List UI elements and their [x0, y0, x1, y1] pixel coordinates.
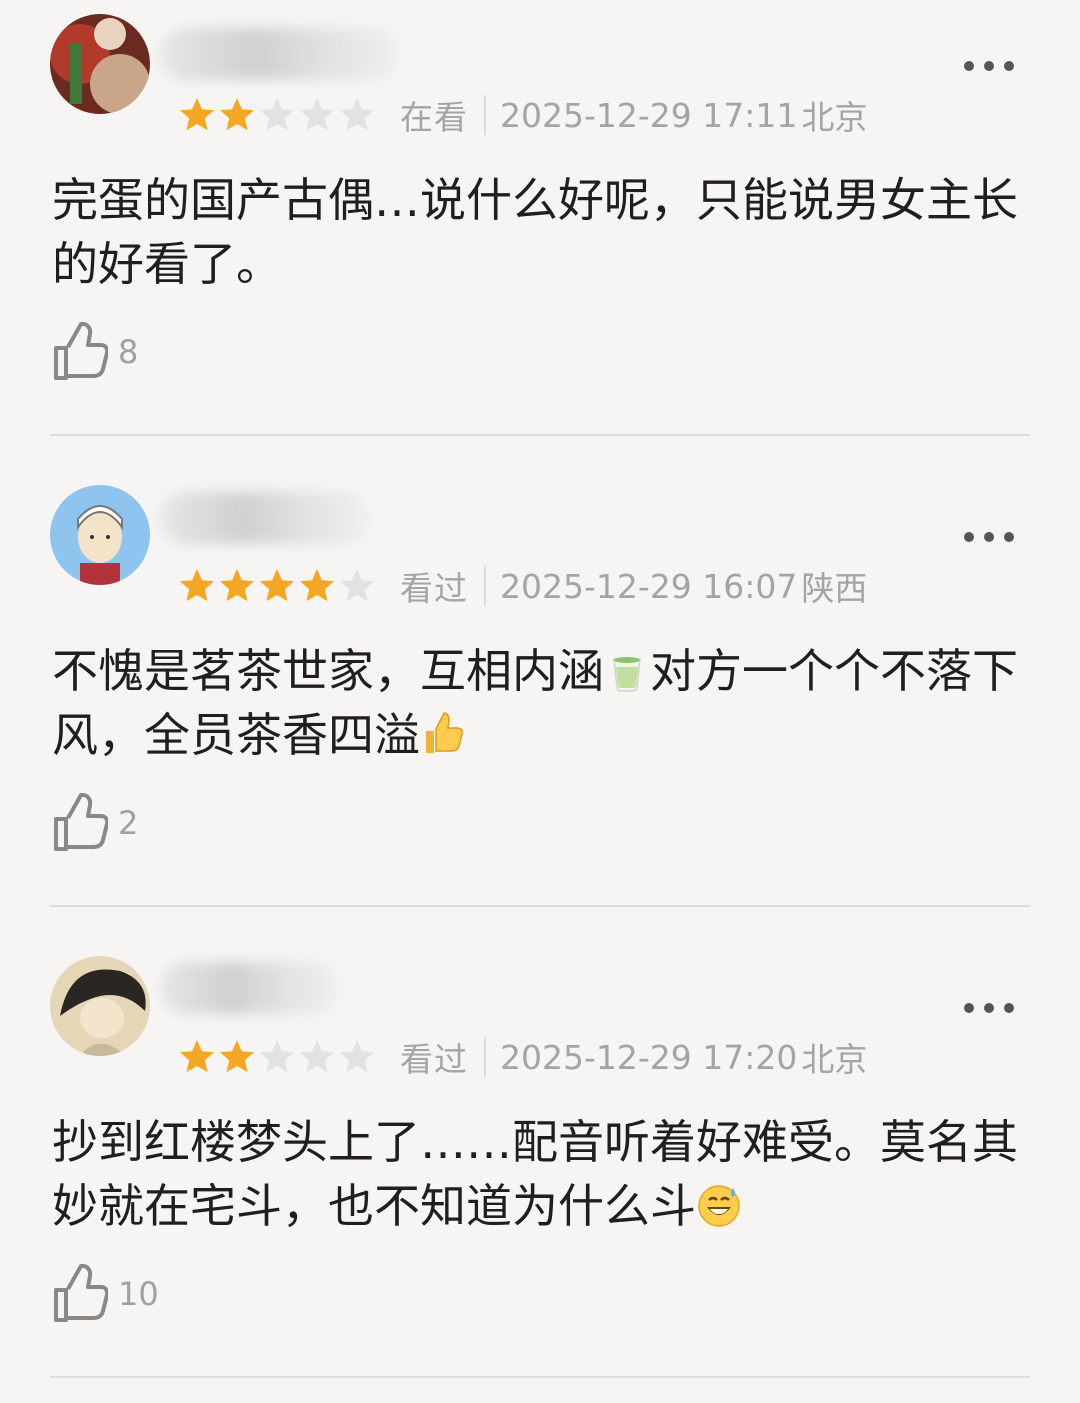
- more-options-button[interactable]: [964, 59, 1014, 73]
- star-empty-icon: [340, 98, 374, 131]
- tea-cup-icon: [613, 657, 641, 692]
- divider-bar: [484, 95, 486, 135]
- star-filled-icon: [220, 569, 254, 602]
- more-options-button[interactable]: [964, 530, 1014, 544]
- like-count: 10: [118, 1275, 159, 1313]
- star-rating: [178, 567, 376, 605]
- star-rating: [178, 96, 376, 134]
- star-filled-icon: [220, 98, 254, 131]
- username-redacted[interactable]: [160, 28, 400, 80]
- star-filled-icon: [180, 98, 214, 131]
- divider: [50, 905, 1030, 907]
- star-empty-icon: [260, 1040, 294, 1073]
- more-icon: [964, 61, 974, 71]
- thumbs-up-emoji-icon: [426, 712, 463, 753]
- star-rating: [178, 1038, 376, 1076]
- divider-bar: [484, 566, 486, 606]
- review-meta: 看过 2025-12-29 17:20 北京: [178, 1037, 867, 1079]
- avatar[interactable]: [50, 956, 150, 1056]
- review-date: 2025-12-29 16:07: [500, 566, 798, 606]
- star-filled-icon: [300, 569, 334, 602]
- star-empty-icon: [300, 98, 334, 131]
- more-options-button[interactable]: [964, 1001, 1014, 1015]
- like-count: 8: [118, 333, 139, 371]
- thumbs-up-icon: [54, 793, 108, 851]
- review-text: 完蛋的国产古偶…说什么好呢，只能说男女主长的好看了。: [52, 173, 1018, 291]
- review-meta: 看过 2025-12-29 16:07 陕西: [178, 566, 867, 608]
- review-meta: 在看 2025-12-29 17:11 北京: [178, 95, 867, 137]
- review-date: 2025-12-29 17:20: [500, 1037, 798, 1077]
- star-filled-icon: [180, 1040, 214, 1073]
- review-text: 抄到红楼梦头上了……配音听着好难受。莫名其妙就在宅斗，也不知道为什么斗: [52, 1115, 1018, 1233]
- thumbs-up-icon: [54, 1264, 108, 1322]
- more-icon: [964, 532, 974, 542]
- star-filled-icon: [180, 569, 214, 602]
- like-count: 2: [118, 804, 139, 842]
- like-button[interactable]: 10: [52, 1264, 159, 1324]
- watch-status: 看过: [400, 569, 468, 608]
- star-empty-icon: [260, 98, 294, 131]
- username-redacted[interactable]: [160, 492, 370, 544]
- star-empty-icon: [340, 1040, 374, 1073]
- review-date: 2025-12-29 17:11: [500, 95, 798, 135]
- avatar[interactable]: [50, 485, 150, 585]
- more-icon: [964, 1003, 974, 1013]
- divider-bar: [484, 1037, 486, 1077]
- review-location: 北京: [801, 98, 868, 137]
- like-button[interactable]: 8: [52, 322, 138, 382]
- username-redacted[interactable]: [160, 962, 340, 1014]
- review-location: 陕西: [801, 569, 868, 608]
- divider: [50, 434, 1030, 436]
- thumbs-up-icon: [54, 322, 108, 380]
- review-text: 不愧是茗茶世家，互相内涵 对方一个个不落下风，全员茶香四溢: [52, 644, 1018, 762]
- star-empty-icon: [300, 1040, 334, 1073]
- divider: [50, 1376, 1030, 1378]
- watch-status: 在看: [400, 98, 468, 137]
- star-filled-icon: [260, 569, 294, 602]
- grinning-sweat-emoji-icon: [698, 1185, 740, 1227]
- avatar[interactable]: [50, 14, 150, 114]
- like-button[interactable]: 2: [52, 793, 138, 853]
- star-empty-icon: [340, 569, 374, 602]
- review-location: 北京: [801, 1040, 868, 1079]
- star-filled-icon: [220, 1040, 254, 1073]
- watch-status: 看过: [400, 1040, 468, 1079]
